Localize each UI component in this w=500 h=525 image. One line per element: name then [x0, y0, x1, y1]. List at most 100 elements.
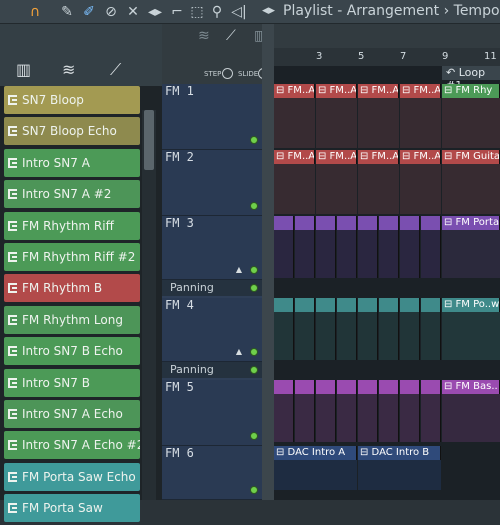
clip-list-item[interactable]: FM Rhythm B: [4, 274, 140, 303]
clip-list-item[interactable]: FM Porta Saw Echo: [4, 462, 140, 491]
playlist-clip[interactable]: [421, 394, 441, 442]
playlist-clip[interactable]: [400, 380, 420, 394]
track-enable-led[interactable]: [250, 266, 258, 274]
clip-list-item[interactable]: FM Rhythm Long: [4, 305, 140, 334]
clip-list-item[interactable]: FM Rhythm Riff: [4, 211, 140, 240]
playlist-clip[interactable]: [295, 380, 315, 394]
step-toggle[interactable]: [222, 68, 233, 79]
playlist-clip[interactable]: [274, 230, 294, 278]
playlist-clip[interactable]: [295, 230, 315, 278]
automation-lane-header[interactable]: Panning: [162, 362, 262, 378]
playlist-clip[interactable]: ⊟ FM Guita: [442, 150, 500, 164]
playlist-grid[interactable]: 357911 ↶ Loop #1 ⊟ FM..A⊟ FM..A⊟ FM..A⊟ …: [274, 48, 500, 500]
automation-lane-header[interactable]: Panning: [162, 280, 262, 296]
curve-tool-icon[interactable]: ⟋: [226, 28, 236, 44]
playlist-clip[interactable]: [400, 230, 420, 278]
playlist-clip-body[interactable]: [274, 460, 357, 490]
loop-marker[interactable]: ↶ Loop #1: [442, 66, 500, 92]
playlist-clip-body[interactable]: [400, 98, 441, 148]
clip-list-item[interactable]: FM Rhythm Riff #2: [4, 242, 140, 271]
playlist-clip[interactable]: ⊟ FM Po..w: [442, 298, 500, 312]
track-enable-led[interactable]: [250, 486, 258, 494]
track-enable-led[interactable]: [250, 348, 258, 356]
playlist-clip[interactable]: [337, 230, 357, 278]
playlist-clip[interactable]: [379, 230, 399, 278]
playlist-clip[interactable]: ⊟ FM Porta: [442, 216, 500, 230]
delete-icon[interactable]: ⊘: [102, 3, 120, 21]
playlist-clip[interactable]: [316, 394, 336, 442]
track-header[interactable]: FM 2: [162, 150, 262, 216]
playlist-clip[interactable]: ⊟ FM..A: [274, 84, 315, 98]
track-header[interactable]: FM 4 ▲: [162, 298, 262, 362]
playlist-clip[interactable]: [421, 298, 441, 312]
playlist-clip[interactable]: [274, 394, 294, 442]
playlist-clip[interactable]: [421, 216, 441, 230]
track-header[interactable]: FM 3 ▲: [162, 216, 262, 280]
playlist-clip[interactable]: [400, 394, 420, 442]
wave-tool-icon[interactable]: ≋: [198, 28, 210, 44]
playlist-clip[interactable]: [379, 380, 399, 394]
collapse-triangle-icon[interactable]: ▲: [236, 265, 242, 274]
playlist-clip[interactable]: [400, 216, 420, 230]
track-enable-led[interactable]: [250, 432, 258, 440]
track-header[interactable]: FM 1: [162, 84, 262, 150]
playlist-clip[interactable]: [379, 216, 399, 230]
collapse-triangle-icon[interactable]: ▲: [236, 347, 242, 356]
playlist-clip-body[interactable]: [442, 98, 500, 148]
playlist-clip[interactable]: [337, 380, 357, 394]
playlist-clip[interactable]: [274, 380, 294, 394]
playlist-clip[interactable]: [295, 394, 315, 442]
clip-list-item[interactable]: Intro SN7 B: [4, 368, 140, 397]
playlist-clip[interactable]: [337, 216, 357, 230]
playlist-clip[interactable]: [274, 216, 294, 230]
track-enable-led[interactable]: [250, 136, 258, 144]
playlist-clip[interactable]: ⊟ FM..A: [358, 150, 399, 164]
automation-enable-led[interactable]: [250, 284, 258, 292]
playlist-clip[interactable]: [379, 312, 399, 360]
playlist-clip-body[interactable]: [442, 394, 500, 442]
playlist-clip-body[interactable]: [316, 164, 357, 214]
automation-enable-led[interactable]: [250, 366, 258, 374]
playlist-clip-body[interactable]: [358, 164, 399, 214]
playlist-clip[interactable]: [274, 298, 294, 312]
playlist-clip[interactable]: [337, 298, 357, 312]
paint-icon[interactable]: ✐: [80, 3, 98, 21]
playlist-clip[interactable]: ⊟ FM..A: [274, 150, 315, 164]
clip-list-item[interactable]: Intro SN7 A Echo #2: [4, 431, 140, 460]
playlist-clip-body[interactable]: [442, 230, 500, 278]
playlist-clip[interactable]: [295, 216, 315, 230]
playlist-clip[interactable]: [421, 380, 441, 394]
playlist-clip[interactable]: [337, 394, 357, 442]
playlist-clip[interactable]: ⊟ FM Rhy: [442, 84, 500, 98]
clip-list-item[interactable]: FM Porta Saw: [4, 494, 140, 523]
playlist-clip[interactable]: [421, 230, 441, 278]
magnet-icon[interactable]: ∩: [26, 3, 44, 21]
playlist-clip[interactable]: [379, 394, 399, 442]
select-box-icon[interactable]: ⬚: [188, 3, 206, 21]
track-header[interactable]: FM 6: [162, 446, 262, 500]
playlist-clip[interactable]: [316, 230, 336, 278]
piano-icon[interactable]: ▥: [16, 60, 31, 79]
playlist-clip[interactable]: ⊟ FM..A: [316, 150, 357, 164]
playlist-clip-body[interactable]: [358, 460, 441, 490]
playlist-clip[interactable]: [316, 380, 336, 394]
slip-icon[interactable]: ◂▸: [146, 3, 164, 21]
playlist-clip[interactable]: [316, 298, 336, 312]
playlist-clip[interactable]: [337, 312, 357, 360]
playlist-clip[interactable]: [316, 216, 336, 230]
automation-icon[interactable]: ⟋: [110, 60, 121, 80]
select-icon[interactable]: ⌐: [168, 3, 186, 21]
browser-scrollbar-thumb[interactable]: [144, 110, 154, 170]
playlist-clip[interactable]: [358, 230, 378, 278]
clip-list-item[interactable]: Intro SN7 A #2: [4, 180, 140, 209]
playlist-clip[interactable]: [316, 312, 336, 360]
clip-list-item[interactable]: Intro SN7 A Echo: [4, 399, 140, 428]
clip-list-item[interactable]: Intro SN7 A: [4, 148, 140, 177]
playlist-clip[interactable]: ⊟ DAC Intro B: [358, 446, 441, 460]
playlist-clip[interactable]: [400, 312, 420, 360]
playlist-clip[interactable]: [358, 216, 378, 230]
playlist-clip[interactable]: [379, 298, 399, 312]
playlist-clip-body[interactable]: [442, 164, 500, 214]
playback-icon[interactable]: ◁|: [230, 3, 248, 21]
wave-icon[interactable]: ≋: [62, 60, 75, 79]
